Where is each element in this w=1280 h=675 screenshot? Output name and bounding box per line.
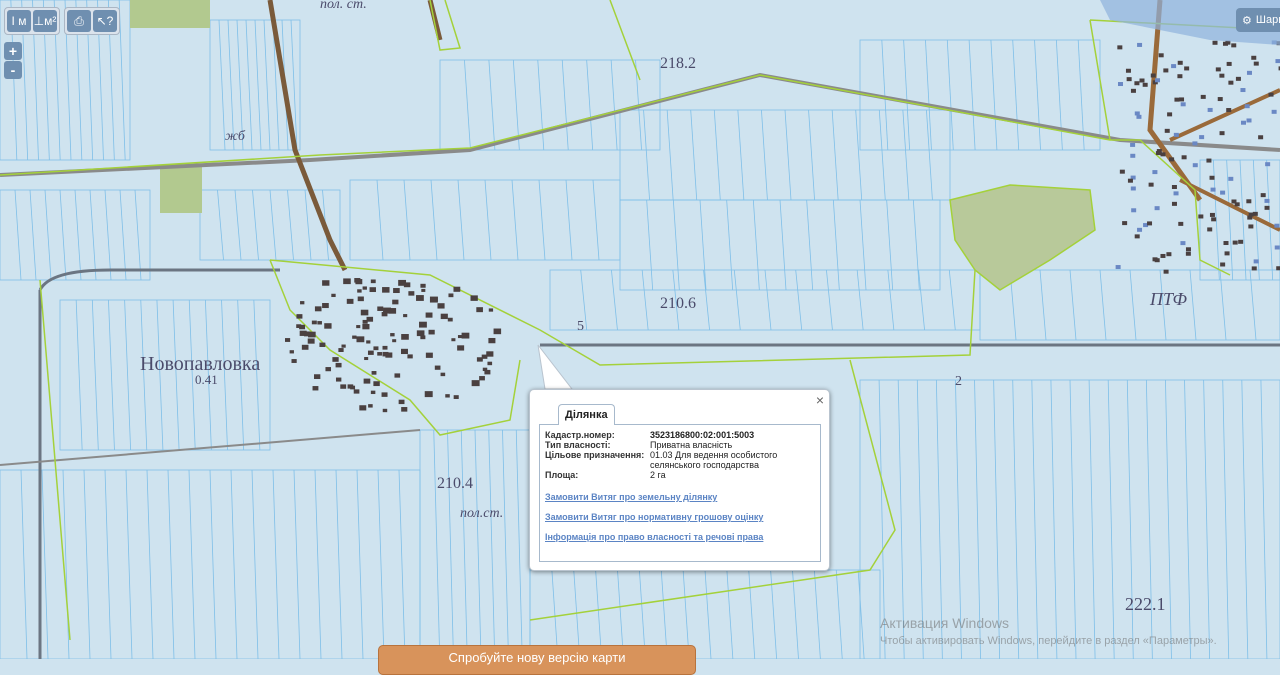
map-label-elevation-222-1: 222.1 [1125,594,1166,614]
gear-icon: ⚙ [1242,14,1252,27]
field-value: 01.03 Для ведення особистого селянського… [650,450,778,470]
windows-activation-watermark: Активация Windows Чтобы активировать Win… [880,614,1217,650]
print-icon[interactable]: ⎙ [67,10,91,32]
field-ownership-type: Тип власності: Приватна власність [545,440,815,450]
measure-distance-icon[interactable]: I м [7,10,31,32]
field-value: 3523186800:02:001:5003 [650,430,755,440]
zoom-in-button[interactable]: + [4,42,22,60]
popup-content: Кадастр.номер: 3523186800:02:001:5003 Ти… [539,424,821,562]
map-label-number-2: 2 [955,374,962,389]
field-value: Приватна власність [650,440,733,450]
layers-button[interactable]: ⚙ Шари [1236,8,1280,32]
watermark-subtitle: Чтобы активировать Windows, перейдите в … [880,635,1217,647]
ownership-rights-info-link[interactable]: Інформація про право власності та речові… [545,532,815,542]
map-label-number-5: 5 [577,319,584,334]
map-label-elevation-210-6: 210.6 [660,295,696,312]
popup-tab-parcel[interactable]: Ділянка [558,404,615,425]
map-label-elevation-210-4: 210.4 [437,475,473,492]
order-parcel-extract-link[interactable]: Замовити Витяг про земельну ділянку [545,492,815,502]
new-version-banner[interactable]: Спробуйте нову версію карти [378,645,696,675]
field-purpose: Цільове призначення: 01.03 Для ведення о… [545,450,815,470]
order-valuation-extract-link[interactable]: Замовити Витяг про нормативну грошову оц… [545,512,815,522]
close-icon[interactable]: × [816,392,824,408]
zoom-out-button[interactable]: - [4,61,22,79]
map-label-field-camp-south: пол.ст. [460,506,503,521]
map-label-field-camp-north: пол. ст. [320,0,367,12]
field-value: 2 га [650,470,666,480]
map-label-village-population: 0.41 [195,372,218,387]
map-label-elevation-218-2: 218.2 [660,55,696,72]
field-label: Кадастр.номер: [545,430,615,440]
measure-area-icon[interactable]: ⊥м² [33,10,57,32]
field-cadastral-number: Кадастр.номер: 3523186800:02:001:5003 [545,430,815,440]
parcel-info-popup: × Ділянка Кадастр.номер: 3523186800:02:0… [529,389,830,571]
field-area: Площа: 2 га [545,470,815,480]
green-field-top [130,0,210,28]
map-label-ptf: ПТФ [1149,289,1188,309]
popup-links: Замовити Витяг про земельну ділянку Замо… [545,492,815,542]
print-select-toolbar: ⎙ ↖? [64,7,120,35]
watermark-title: Активация Windows [880,615,1010,631]
map-label-concrete: жб [225,129,246,144]
field-label: Тип власності: [545,440,611,450]
field-label: Цільове призначення: [545,450,645,460]
layers-button-label: Шари [1255,14,1280,26]
measure-toolbar: I м ⊥м² [4,7,60,35]
select-info-icon[interactable]: ↖? [93,10,117,32]
green-field [160,165,202,213]
field-label: Площа: [545,470,579,480]
